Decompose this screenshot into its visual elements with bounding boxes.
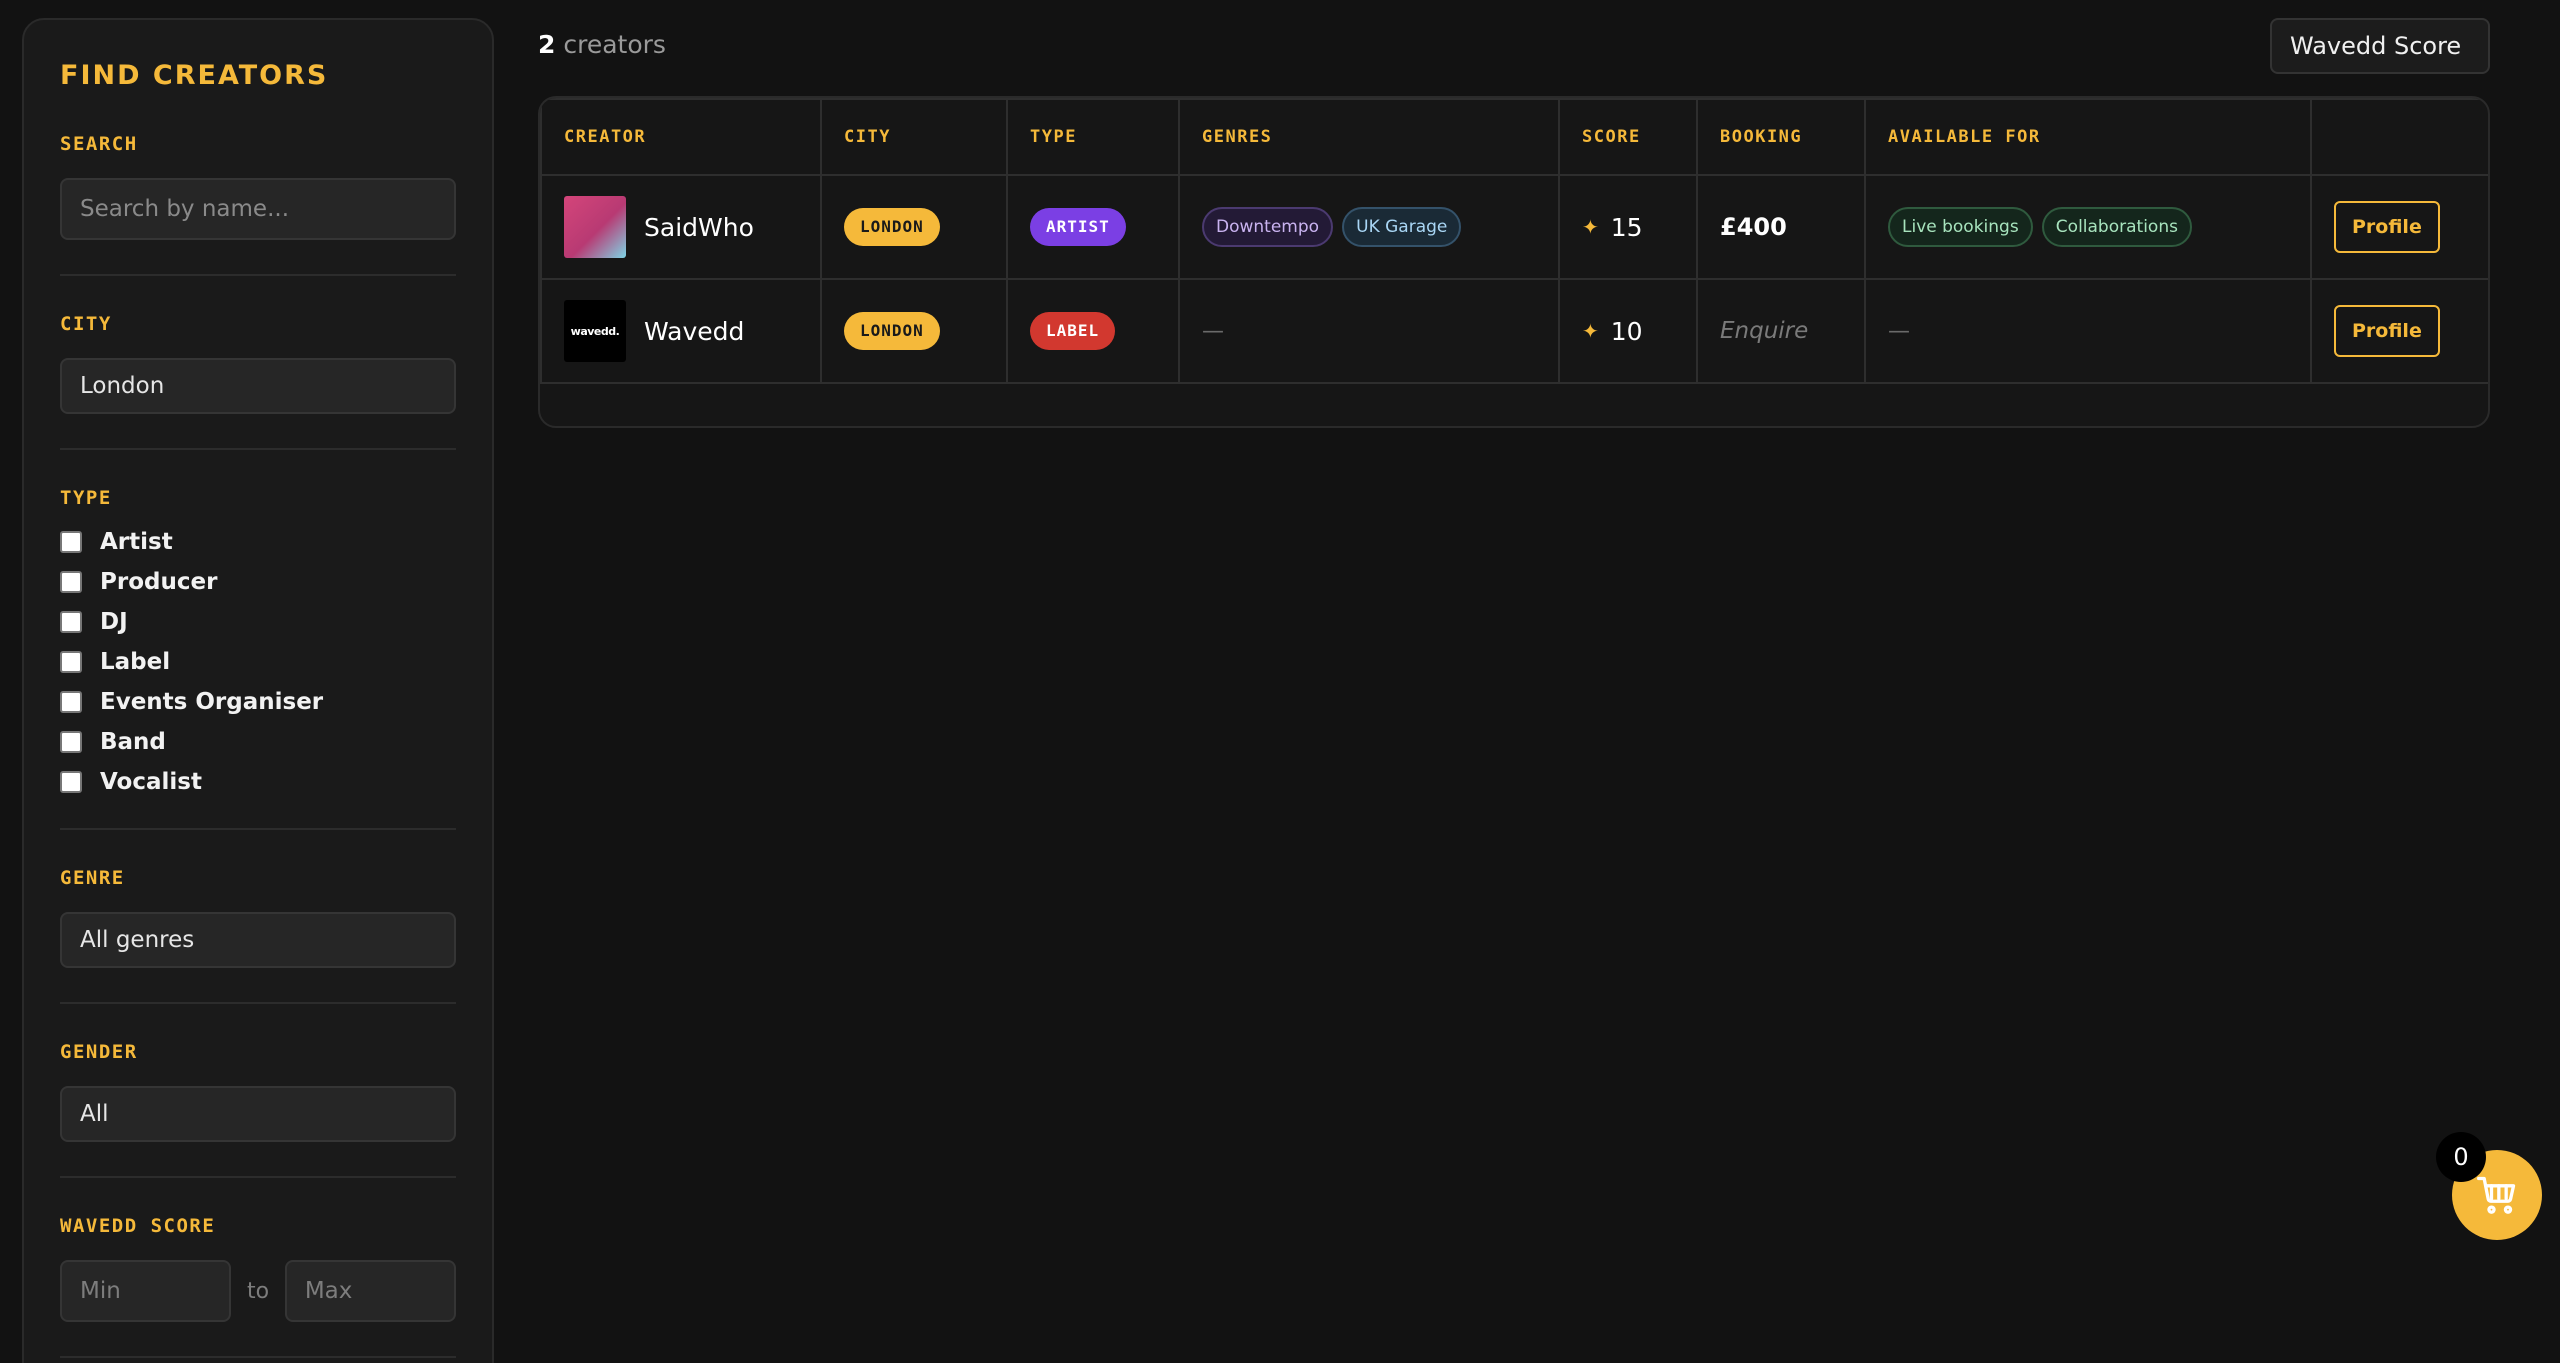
table-header-row: CREATOR CITY TYPE GENRES SCORE BOOKING A…: [540, 98, 2488, 176]
search-label: SEARCH: [60, 133, 138, 155]
divider: [60, 1356, 456, 1358]
sparkle-icon: ✦: [1582, 319, 1599, 343]
creator-cell: SaidWho: [540, 174, 822, 280]
type-checkbox-list: Artist Producer DJ Label Events Organise…: [60, 522, 456, 802]
checkbox[interactable]: [60, 611, 82, 633]
type-option-events-organiser[interactable]: Events Organiser: [60, 682, 456, 722]
checkbox[interactable]: [60, 531, 82, 553]
score-min-input[interactable]: Min: [60, 1260, 232, 1322]
score-value: ✦ 15: [1582, 212, 1643, 242]
gender-label: GENDER: [60, 1041, 138, 1063]
sidebar-title: FIND CREATORS: [60, 60, 329, 91]
range-separator: to: [246, 1278, 270, 1304]
booking-price: £400: [1720, 213, 1787, 241]
type-option-band[interactable]: Band: [60, 722, 456, 762]
creator-avatar[interactable]: [564, 196, 626, 258]
gender-select[interactable]: All: [60, 1086, 456, 1142]
column-header[interactable]: AVAILABLE FOR: [1864, 98, 2312, 176]
sort-select[interactable]: Wavedd Score: [2270, 18, 2490, 74]
type-option-dj[interactable]: DJ: [60, 602, 456, 642]
empty-availability: —: [1888, 318, 1910, 344]
cart-icon: [2477, 1176, 2516, 1214]
city-badge: LONDON: [844, 208, 940, 246]
score-max-input[interactable]: Max: [284, 1260, 456, 1322]
availability-chip: Collaborations: [2041, 207, 2192, 247]
profile-button[interactable]: Profile: [2334, 305, 2440, 357]
creator-name[interactable]: Wavedd: [644, 317, 744, 346]
empty-genres: —: [1202, 318, 1224, 344]
table-row: SaidWho LONDON ARTIST Downtempo UK Garag…: [540, 174, 2488, 280]
column-header: [2310, 98, 2488, 176]
column-header[interactable]: SCORE: [1558, 98, 1698, 176]
creators-table: CREATOR CITY TYPE GENRES SCORE BOOKING A…: [538, 96, 2490, 428]
score-range: Min to Max: [60, 1260, 456, 1322]
type-option-producer[interactable]: Producer: [60, 562, 456, 602]
column-header[interactable]: CREATOR: [540, 98, 822, 176]
search-input[interactable]: Search by name...: [60, 178, 456, 240]
genre-label: GENRE: [60, 867, 125, 889]
genre-select[interactable]: All genres: [60, 912, 456, 968]
table-row: wavedd. Wavedd LONDON LABEL — ✦ 10 Enqui…: [540, 278, 2488, 384]
filter-sidebar: FIND CREATORS SEARCH Search by name... C…: [22, 18, 494, 1363]
checkbox[interactable]: [60, 691, 82, 713]
avatar-logo-text: wavedd.: [570, 324, 620, 338]
type-option-label[interactable]: Label: [60, 642, 456, 682]
genre-chip: UK Garage: [1342, 207, 1462, 247]
type-badge: ARTIST: [1030, 208, 1126, 246]
creator-cell: wavedd. Wavedd: [540, 278, 822, 384]
cart-count-badge: 0: [2436, 1132, 2486, 1182]
city-input[interactable]: London: [60, 358, 456, 414]
creator-avatar[interactable]: wavedd.: [564, 300, 626, 362]
type-option-vocalist[interactable]: Vocalist: [60, 762, 456, 802]
type-badge: LABEL: [1030, 312, 1116, 350]
booking-enquire: Enquire: [1720, 318, 1809, 344]
column-header[interactable]: CITY: [820, 98, 1008, 176]
type-label: TYPE: [60, 487, 112, 509]
city-label: CITY: [60, 313, 112, 335]
checkbox[interactable]: [60, 771, 82, 793]
sparkle-icon: ✦: [1582, 215, 1599, 239]
genre-chip: Downtempo: [1202, 207, 1334, 247]
score-value: ✦ 10: [1582, 316, 1643, 346]
creator-name[interactable]: SaidWho: [644, 213, 754, 242]
column-header[interactable]: TYPE: [1006, 98, 1180, 176]
results-count: 2 creators: [538, 30, 666, 59]
city-badge: LONDON: [844, 312, 940, 350]
type-option-artist[interactable]: Artist: [60, 522, 456, 562]
checkbox[interactable]: [60, 571, 82, 593]
column-header[interactable]: BOOKING: [1696, 98, 1866, 176]
availability-chip: Live bookings: [1888, 207, 2033, 247]
score-label: WAVEDD SCORE: [60, 1215, 216, 1237]
column-header[interactable]: GENRES: [1178, 98, 1560, 176]
profile-button[interactable]: Profile: [2334, 201, 2440, 253]
checkbox[interactable]: [60, 731, 82, 753]
checkbox[interactable]: [60, 651, 82, 673]
